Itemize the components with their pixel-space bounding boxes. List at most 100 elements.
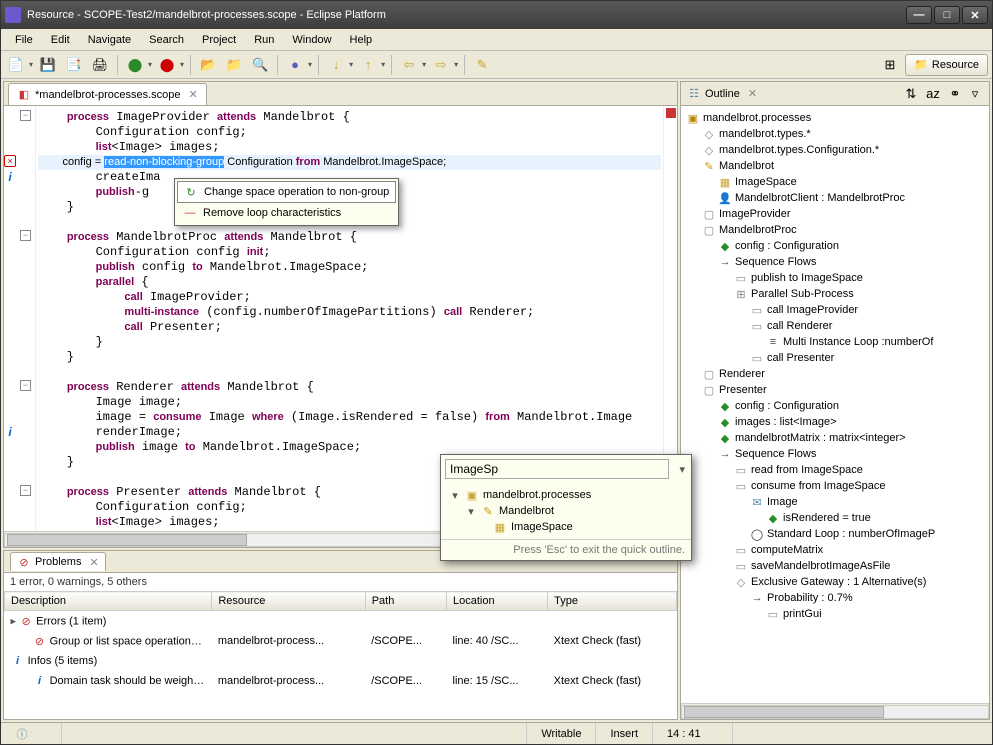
menu-window[interactable]: Window bbox=[284, 32, 339, 48]
table-row[interactable]: i Infos (5 items) bbox=[5, 651, 677, 671]
next-annotation-button[interactable]: ↓ bbox=[325, 54, 347, 76]
editor-tab[interactable]: ◧ *mandelbrot-processes.scope ✕ bbox=[8, 83, 207, 105]
dropdown-icon[interactable]: ▾ bbox=[454, 60, 458, 69]
quickfix-item[interactable]: — Remove loop characteristics bbox=[177, 203, 396, 223]
tree-row[interactable]: ▢ImageProvider bbox=[683, 206, 987, 222]
tree-row[interactable]: ▭publish to ImageSpace bbox=[683, 270, 987, 286]
quick-access-icon[interactable]: ⓘ bbox=[15, 727, 29, 741]
dropdown-icon[interactable]: ▾ bbox=[308, 60, 312, 69]
tree-row[interactable]: ◆images : list<Image> bbox=[683, 414, 987, 430]
column-header[interactable]: Type bbox=[548, 592, 677, 611]
sort-button[interactable]: ⇅ bbox=[901, 85, 921, 103]
expand-icon[interactable]: ▾ bbox=[465, 505, 477, 518]
back-button[interactable]: ⇦ bbox=[398, 54, 420, 76]
tree-row[interactable]: →Probability : 0.7% bbox=[683, 590, 987, 606]
run-ext-button[interactable]: ⬤ bbox=[156, 54, 178, 76]
open-perspective-button[interactable]: ⊞ bbox=[879, 54, 901, 76]
open-task-button[interactable]: 📁 bbox=[223, 54, 245, 76]
save-all-button[interactable]: 📑 bbox=[63, 54, 85, 76]
menu-file[interactable]: File bbox=[7, 32, 41, 48]
menu-run[interactable]: Run bbox=[246, 32, 282, 48]
tree-row[interactable]: ◇mandelbrot.types.* bbox=[683, 126, 987, 142]
maximize-button[interactable]: □ bbox=[934, 6, 960, 24]
folding-ruler[interactable]: − − − − bbox=[18, 106, 36, 531]
quickfix-item[interactable]: ↻ Change space operation to non-group bbox=[177, 181, 396, 203]
prev-annotation-button[interactable]: ↑ bbox=[357, 54, 379, 76]
quick-outline-tree[interactable]: ▾ ▣ mandelbrot.processes ▾ ✎ Mandelbrot … bbox=[441, 483, 691, 539]
tree-row[interactable]: ◆mandelbrotMatrix : matrix<integer> bbox=[683, 430, 987, 446]
tree-row[interactable]: ▦ ImageSpace bbox=[449, 519, 683, 535]
tree-row[interactable]: ▭saveMandelbrotImageAsFile bbox=[683, 558, 987, 574]
table-row[interactable]: ⊘ Group or list space operations musmand… bbox=[5, 631, 677, 651]
dropdown-icon[interactable]: ▾ bbox=[381, 60, 385, 69]
globe-button[interactable]: ● bbox=[284, 54, 306, 76]
link-button[interactable]: ⚭ bbox=[945, 85, 965, 103]
problems-table[interactable]: DescriptionResourcePathLocationType ▸ ⊘ … bbox=[4, 591, 677, 719]
tree-row[interactable]: ≡Multi Instance Loop :numberOf bbox=[683, 334, 987, 350]
dropdown-icon[interactable]: ▾ bbox=[180, 60, 184, 69]
close-button[interactable]: ✕ bbox=[962, 6, 988, 24]
tree-row[interactable]: ◇mandelbrot.types.Configuration.* bbox=[683, 142, 987, 158]
tree-row[interactable]: ⊞Parallel Sub-Process bbox=[683, 286, 987, 302]
dropdown-icon[interactable]: ▾ bbox=[148, 60, 152, 69]
tree-row[interactable]: ◯Standard Loop : numberOfImageP bbox=[683, 526, 987, 542]
error-marker-icon[interactable]: × bbox=[4, 155, 16, 167]
tree-row[interactable]: ◆isRendered = true bbox=[683, 510, 987, 526]
info-marker-icon[interactable]: i bbox=[4, 170, 16, 182]
tree-row[interactable]: ✉Image bbox=[683, 494, 987, 510]
tree-row[interactable]: ▢MandelbrotProc bbox=[683, 222, 987, 238]
tree-row[interactable]: ◇Exclusive Gateway : 1 Alternative(s) bbox=[683, 574, 987, 590]
tree-row[interactable]: →Sequence Flows bbox=[683, 254, 987, 270]
tree-row[interactable]: ▭computeMatrix bbox=[683, 542, 987, 558]
sort-alpha-button[interactable]: aᴢ bbox=[923, 85, 943, 103]
column-header[interactable]: Description bbox=[5, 592, 212, 611]
dropdown-icon[interactable]: ▾ bbox=[422, 60, 426, 69]
column-header[interactable]: Location bbox=[447, 592, 548, 611]
dropdown-icon[interactable]: ▾ bbox=[349, 60, 353, 69]
tree-row[interactable]: ▭call ImageProvider bbox=[683, 302, 987, 318]
outline-hscrollbar[interactable] bbox=[681, 703, 989, 719]
fold-toggle[interactable]: − bbox=[20, 110, 31, 121]
annotation-ruler[interactable]: × i i bbox=[4, 106, 18, 531]
fold-toggle[interactable]: − bbox=[20, 230, 31, 241]
menu-project[interactable]: Project bbox=[194, 32, 244, 48]
problems-tab[interactable]: ⊘ Problems ✕ bbox=[10, 552, 106, 571]
tree-row[interactable]: ▦ImageSpace bbox=[683, 174, 987, 190]
expand-icon[interactable]: ▸ bbox=[11, 616, 20, 628]
menu-navigate[interactable]: Navigate bbox=[80, 32, 139, 48]
dropdown-icon[interactable]: ▾ bbox=[673, 463, 691, 476]
fold-toggle[interactable]: − bbox=[20, 485, 31, 496]
minimize-button[interactable]: — bbox=[906, 6, 932, 24]
tree-row[interactable]: →Sequence Flows bbox=[683, 446, 987, 462]
quick-outline-filter[interactable] bbox=[445, 459, 669, 479]
tree-row[interactable]: ▾ ✎ Mandelbrot bbox=[449, 503, 683, 519]
close-icon[interactable]: ✕ bbox=[748, 87, 757, 100]
menu-search[interactable]: Search bbox=[141, 32, 192, 48]
debug-button[interactable]: ⬤ bbox=[124, 54, 146, 76]
tree-row[interactable]: ▢Renderer bbox=[683, 366, 987, 382]
tree-row[interactable]: ▭call Presenter bbox=[683, 350, 987, 366]
tree-row[interactable]: ▣mandelbrot.processes bbox=[683, 110, 987, 126]
fold-toggle[interactable]: − bbox=[20, 380, 31, 391]
open-type-button[interactable]: 📂 bbox=[197, 54, 219, 76]
tree-row[interactable]: ▭printGui bbox=[683, 606, 987, 622]
column-header[interactable]: Path bbox=[365, 592, 446, 611]
tree-row[interactable]: ▭call Renderer bbox=[683, 318, 987, 334]
brush-button[interactable]: ✎ bbox=[471, 54, 493, 76]
tree-row[interactable]: 👤MandelbrotClient : MandelbrotProc bbox=[683, 190, 987, 206]
search-button[interactable]: 🔍 bbox=[249, 54, 271, 76]
info-marker-icon[interactable]: i bbox=[4, 425, 16, 437]
tree-row[interactable]: ▭read from ImageSpace bbox=[683, 462, 987, 478]
column-header[interactable]: Resource bbox=[212, 592, 365, 611]
view-menu-button[interactable]: ▿ bbox=[967, 85, 983, 103]
dropdown-icon[interactable]: ▾ bbox=[29, 60, 33, 69]
close-icon[interactable]: ✕ bbox=[89, 556, 98, 569]
expand-icon[interactable]: ▾ bbox=[449, 489, 461, 502]
outline-tree[interactable]: ▣mandelbrot.processes◇mandelbrot.types.*… bbox=[681, 106, 989, 703]
error-overview-icon[interactable] bbox=[666, 108, 676, 118]
tree-row[interactable]: ◆config : Configuration bbox=[683, 238, 987, 254]
menu-help[interactable]: Help bbox=[342, 32, 381, 48]
forward-button[interactable]: ⇨ bbox=[430, 54, 452, 76]
tree-row[interactable]: ◆config : Configuration bbox=[683, 398, 987, 414]
new-button[interactable]: 📄 bbox=[5, 54, 27, 76]
